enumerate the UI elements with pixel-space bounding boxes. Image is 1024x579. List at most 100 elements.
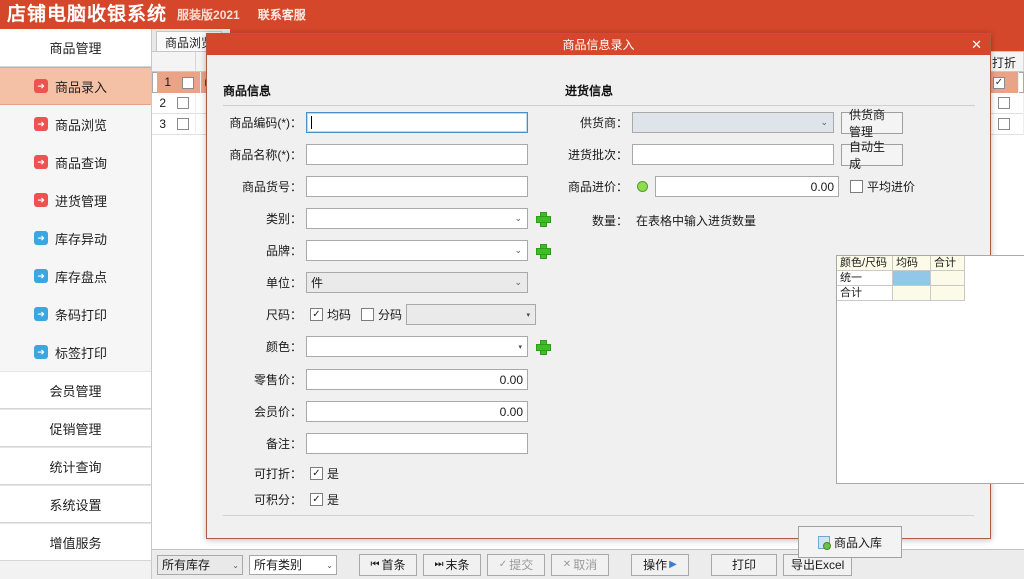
checkbox-box — [850, 180, 863, 193]
points-checkbox[interactable]: ✓ 是 — [310, 491, 339, 508]
member-price-input[interactable]: 0.00 — [306, 401, 528, 422]
add-brand-icon[interactable] — [536, 244, 549, 257]
row-index: 1 — [157, 72, 175, 93]
supplier-label: 供货商： — [562, 114, 628, 131]
unit-value: 件 — [311, 274, 323, 291]
quantity-header-uniform: 均码 — [893, 256, 931, 271]
stock-filter-select[interactable]: 所有库存 ⌄ — [157, 555, 243, 575]
product-article-input[interactable] — [306, 176, 528, 197]
discountable-row: 可打折： ✓ 是 — [217, 463, 339, 484]
supplier-manage-button[interactable]: 供货商管理 — [841, 112, 903, 134]
sidebar-item-barcode-print[interactable]: ➜ 条码打印 — [0, 295, 151, 333]
print-label: 打印 — [732, 556, 756, 573]
color-label: 颜色： — [217, 338, 302, 355]
sidebar-item-stock-movement[interactable]: ➜ 库存异动 — [0, 219, 151, 257]
app-version-label: 服装版2021 — [177, 6, 240, 23]
size-uniform-checkbox[interactable]: ✓ 均码 — [310, 306, 351, 323]
quantity-table[interactable]: 颜色/尺码 均码 合计 统一 合计 — [836, 255, 1024, 484]
retail-price-row: 零售价： 0.00 — [217, 369, 528, 390]
quantity-cell-uniform[interactable] — [893, 271, 931, 286]
row-select-checkbox[interactable] — [175, 72, 201, 93]
sidebar-item-product-entry[interactable]: ➜ 商品录入 — [0, 67, 151, 105]
quantity-cell-uniform — [893, 286, 931, 301]
size-split-label: 分码 — [378, 306, 402, 323]
category-select[interactable]: ⌄ — [306, 208, 528, 229]
sidebar-group-label: 商品管理 — [49, 38, 101, 57]
retail-price-input[interactable]: 0.00 — [306, 369, 528, 390]
cost-price-input[interactable]: 0.00 — [655, 176, 839, 197]
section-divider — [565, 105, 975, 106]
submit-button[interactable]: ✓ 提交 — [487, 554, 545, 576]
member-price-label: 会员价： — [217, 403, 302, 420]
auto-generate-button[interactable]: 自动生成 — [841, 144, 903, 166]
cost-price-radio[interactable] — [637, 181, 648, 192]
color-select[interactable]: ▾ — [306, 336, 528, 357]
retail-price-label: 零售价： — [217, 371, 302, 388]
sidebar-group-system-settings[interactable]: 系统设置 — [0, 485, 151, 523]
close-icon[interactable]: ✕ — [971, 35, 982, 54]
operations-button[interactable]: 操作 ▶ — [631, 554, 689, 576]
quantity-header-total: 合计 — [931, 256, 965, 271]
sidebar-group-product-management[interactable]: 商品管理 — [0, 29, 151, 67]
sidebar-group-promotion-management[interactable]: 促销管理 — [0, 409, 151, 447]
size-split-select[interactable]: ▾ — [406, 304, 536, 325]
first-record-button[interactable]: ⏮ 首条 — [359, 554, 417, 576]
submit-label: 提交 — [509, 556, 533, 573]
size-row: 尺码： ✓ 均码 分码 ▾ — [217, 304, 536, 325]
points-value: 是 — [327, 491, 339, 508]
cancel-button[interactable]: ✕ 取消 — [551, 554, 609, 576]
unit-row: 单位： 件 ⌄ — [217, 272, 528, 293]
checkbox-box: ✓ — [310, 467, 323, 480]
row-select-checkbox[interactable] — [170, 114, 196, 135]
sidebar-group-value-added-services[interactable]: 增值服务 — [0, 523, 151, 561]
product-stock-in-button[interactable]: 商品入库 — [798, 526, 902, 558]
category-filter-select[interactable]: 所有类别 ⌄ — [249, 555, 337, 575]
grid-header-checkbox — [170, 52, 196, 71]
print-button[interactable]: 打印 — [711, 554, 777, 576]
check-icon: ✓ — [499, 559, 507, 570]
chevron-down-icon: ⌄ — [514, 277, 522, 288]
add-color-icon[interactable] — [536, 340, 549, 353]
sidebar-group-statistics-query[interactable]: 统计查询 — [0, 447, 151, 485]
product-info-section-title: 商品信息 — [223, 82, 271, 99]
arrow-right-icon: ➜ — [34, 117, 48, 131]
remark-input[interactable] — [306, 433, 528, 454]
application-window: 店铺电脑收银系统 服装版2021 联系客服 商品管理 ➜ 商品录入 ➜ 商品浏览… — [0, 0, 1024, 579]
sidebar-item-stock-count[interactable]: ➜ 库存盘点 — [0, 257, 151, 295]
sidebar-group-member-management[interactable]: 会员管理 — [0, 371, 151, 409]
app-header: 店铺电脑收银系统 服装版2021 联系客服 — [0, 0, 1024, 29]
stock-filter-value: 所有库存 — [162, 556, 210, 573]
supplier-select[interactable]: ⌄ — [632, 112, 834, 133]
average-cost-checkbox[interactable]: 平均进价 — [850, 178, 915, 195]
cancel-label: 取消 — [573, 556, 597, 573]
product-name-input[interactable] — [306, 144, 528, 165]
sidebar-group-label: 促销管理 — [49, 419, 101, 438]
product-code-input[interactable] — [306, 112, 528, 133]
brand-row: 品牌： ⌄ — [217, 240, 549, 261]
sidebar-item-purchase-management[interactable]: ➜ 进货管理 — [0, 181, 151, 219]
dialog-title: 商品信息录入 — [562, 36, 634, 53]
unit-select[interactable]: 件 ⌄ — [306, 272, 528, 293]
chevron-down-icon: ▾ — [527, 311, 531, 319]
color-row: 颜色： ▾ — [217, 336, 549, 357]
sidebar-item-product-browse[interactable]: ➜ 商品浏览 — [0, 105, 151, 143]
batch-input[interactable] — [632, 144, 834, 165]
sidebar-item-label-print[interactable]: ➜ 标签打印 — [0, 333, 151, 371]
batch-row: 进货批次： 自动生成 — [562, 144, 903, 165]
contact-support-link[interactable]: 联系客服 — [258, 6, 306, 23]
sidebar-item-product-query[interactable]: ➜ 商品查询 — [0, 143, 151, 181]
product-name-label: 商品名称(*)： — [217, 146, 302, 163]
last-record-label: 末条 — [445, 556, 469, 573]
last-record-button[interactable]: ⏭ 末条 — [423, 554, 481, 576]
sidebar-item-label: 进货管理 — [55, 191, 107, 210]
brand-select[interactable]: ⌄ — [306, 240, 528, 261]
app-title: 店铺电脑收银系统 — [7, 5, 167, 24]
row-select-checkbox[interactable] — [170, 93, 196, 114]
size-split-checkbox[interactable]: 分码 — [361, 306, 402, 323]
sidebar-item-label: 库存异动 — [55, 229, 107, 248]
discountable-checkbox[interactable]: ✓ 是 — [310, 465, 339, 482]
skip-last-icon: ⏭ — [434, 559, 443, 570]
quantity-table-row[interactable]: 统一 — [837, 271, 1024, 286]
add-category-icon[interactable] — [536, 212, 549, 225]
sidebar: 商品管理 ➜ 商品录入 ➜ 商品浏览 ➜ 商品查询 ➜ 进货管理 ➜ 库存异动 — [0, 29, 152, 579]
